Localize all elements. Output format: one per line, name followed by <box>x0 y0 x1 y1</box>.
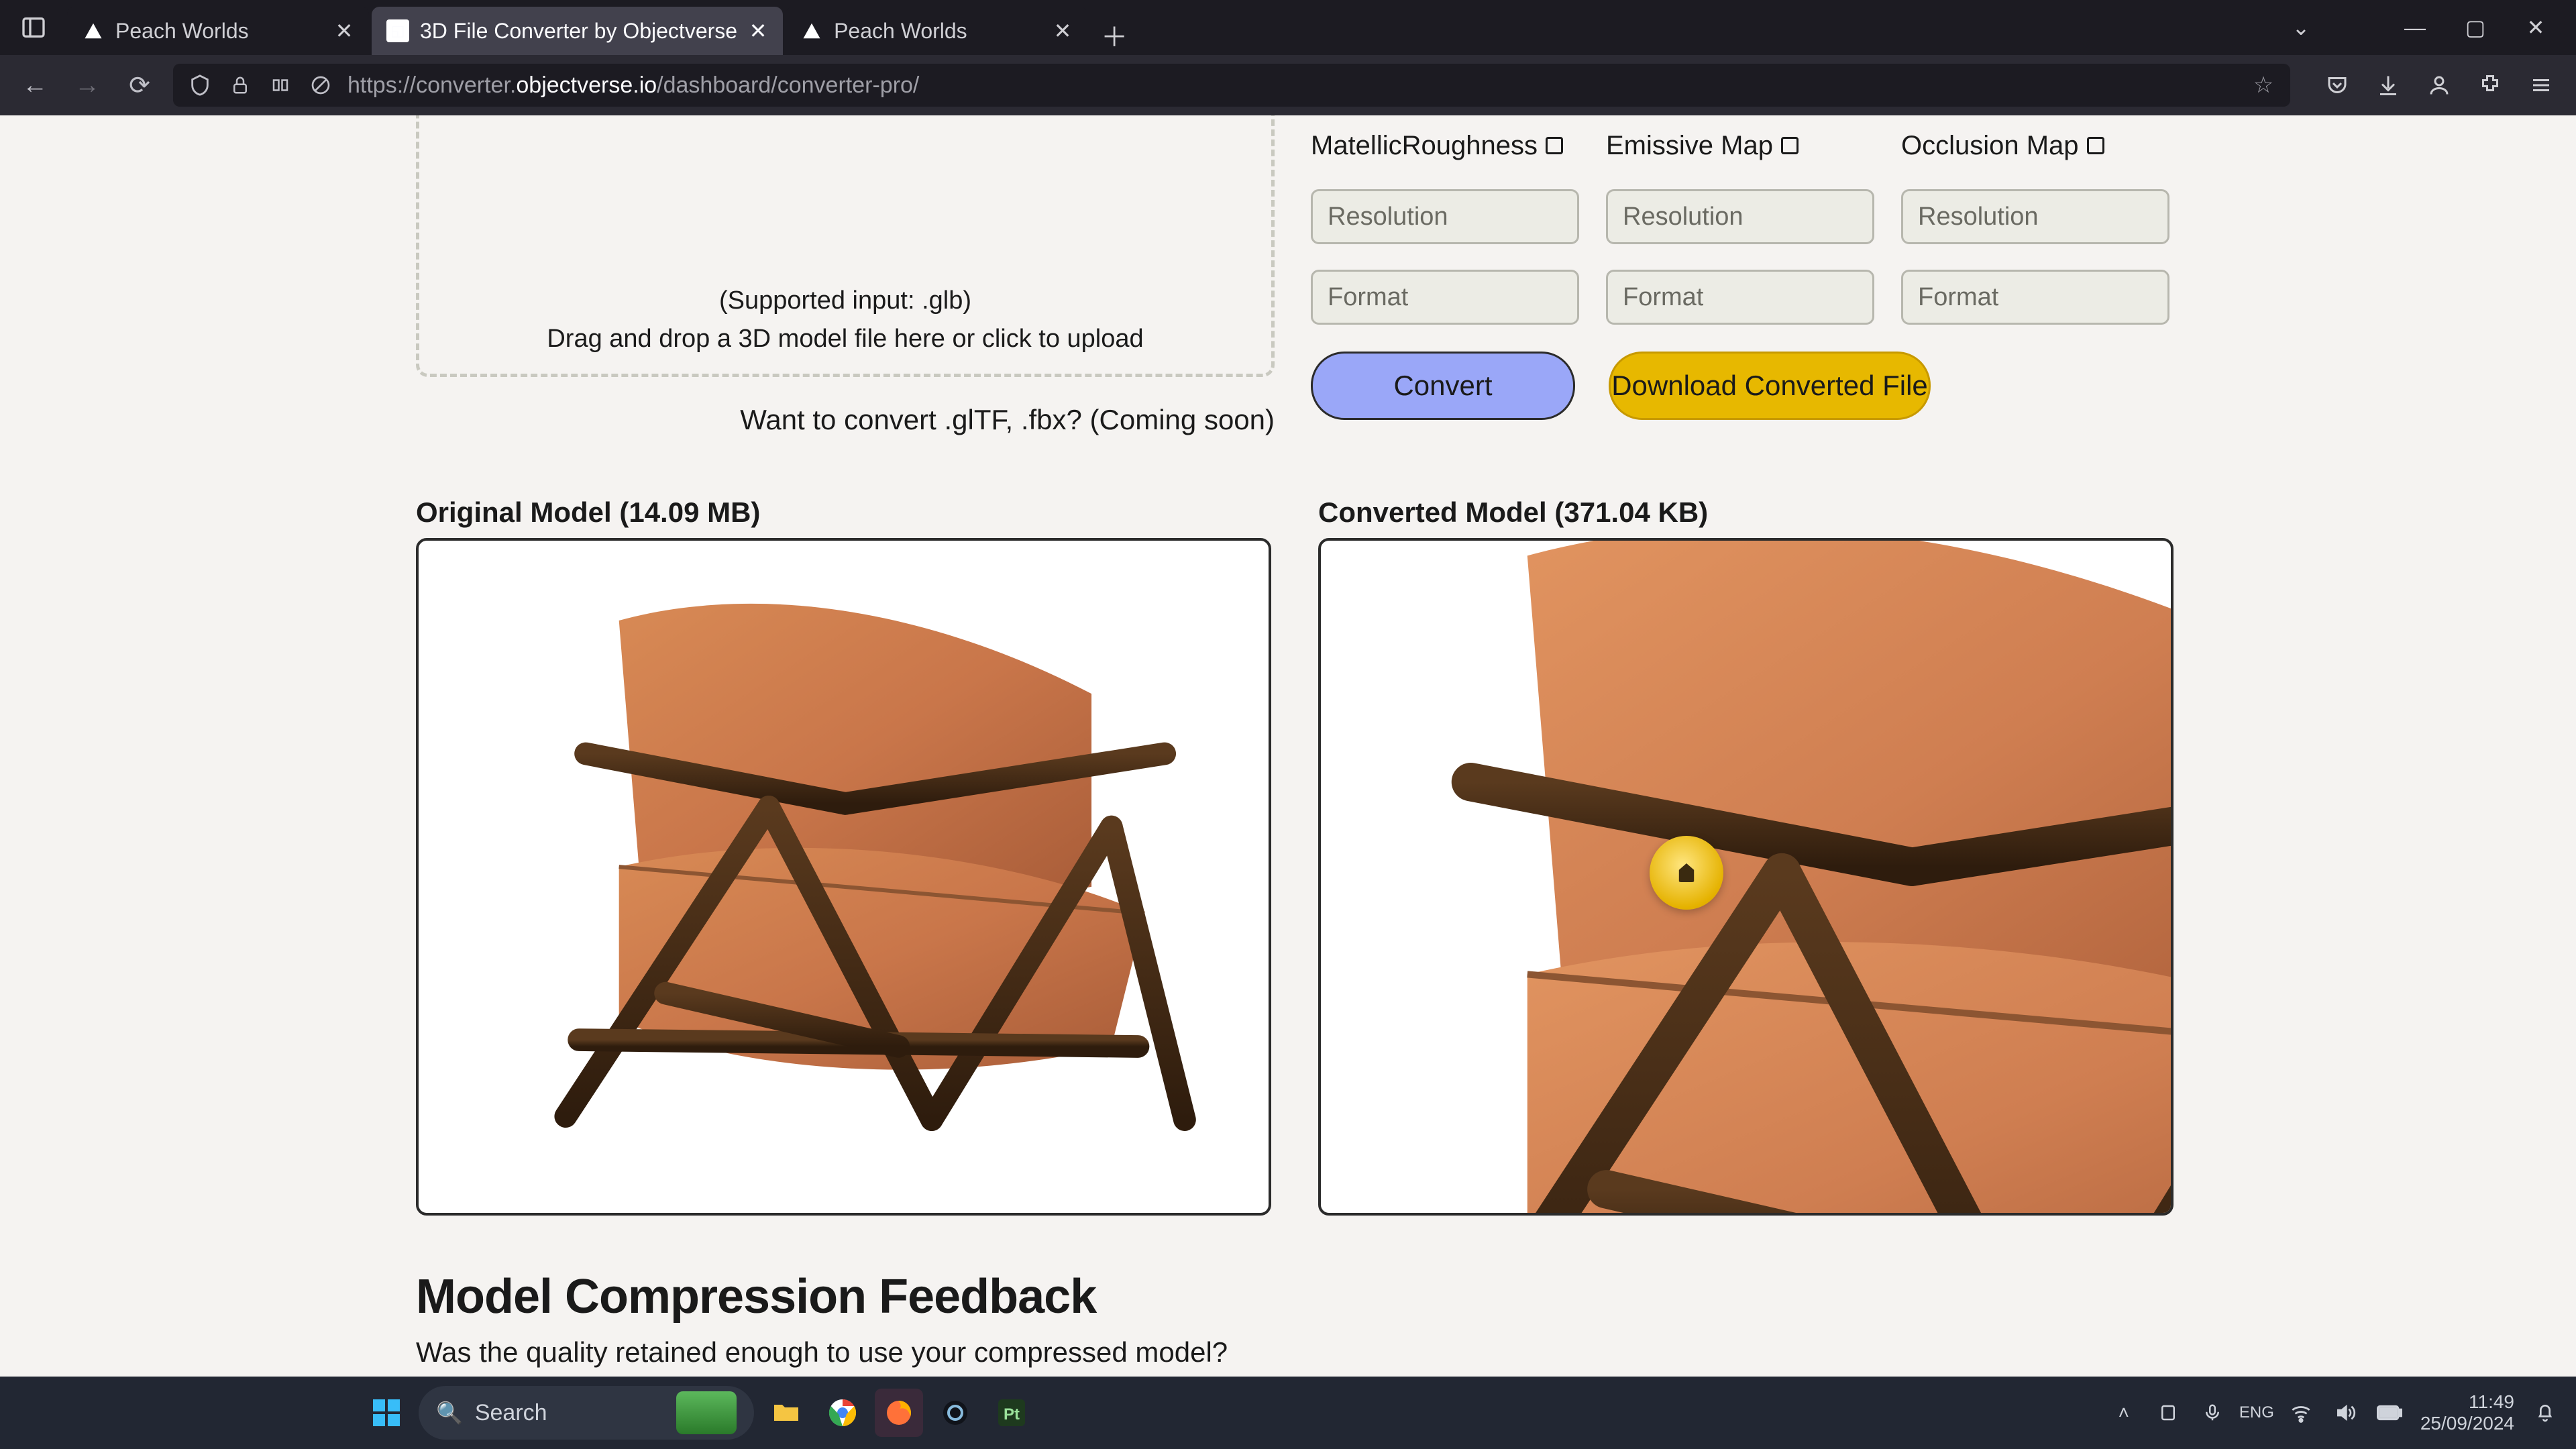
occlusion-format-select[interactable]: Format <box>1901 270 2169 325</box>
tab-peach-worlds-1[interactable]: Peach Worlds ✕ <box>67 7 369 55</box>
tab-title: Peach Worlds <box>115 19 323 44</box>
tray-chevron-up-icon[interactable]: ˄ <box>2110 1399 2137 1426</box>
taskbar-search-placeholder: Search <box>475 1400 547 1426</box>
converted-model-label: Converted Model (371.04 KB) <box>1318 496 2174 529</box>
tab-peach-worlds-2[interactable]: Peach Worlds ✕ <box>786 7 1087 55</box>
window-maximize-button[interactable]: ▢ <box>2455 7 2496 48</box>
metallic-roughness-checkbox[interactable] <box>1546 137 1563 154</box>
tray-mic-icon[interactable] <box>2199 1399 2226 1426</box>
new-tab-button[interactable]: ＋ <box>1094 15 1134 55</box>
permissions-icon <box>267 75 294 95</box>
original-model-viewport[interactable] <box>416 538 1271 1216</box>
firefox-sidebar-button[interactable] <box>0 14 67 41</box>
taskbar-firefox-icon[interactable] <box>875 1389 923 1437</box>
feedback-question: Was the quality retained enough to use y… <box>416 1336 2174 1368</box>
supported-text: (Supported input: .glb) <box>719 286 971 315</box>
metallic-roughness-label: MatellicRoughness <box>1311 127 1579 164</box>
tray-wifi-icon[interactable] <box>2288 1399 2314 1426</box>
url-text: https://converter.objectverse.io/dashboa… <box>347 72 2237 99</box>
occlusion-resolution-select[interactable]: Resolution <box>1901 189 2169 244</box>
taskbar-chrome-icon[interactable] <box>818 1389 867 1437</box>
search-icon: 🔍 <box>436 1400 463 1426</box>
occlusion-map-checkbox[interactable] <box>2087 137 2104 154</box>
bookmark-star-icon[interactable]: ☆ <box>2250 72 2277 99</box>
coming-soon-text: Want to convert .glTF, .fbx? (Coming soo… <box>416 404 1275 436</box>
upload-hint: Drag and drop a 3D model file here or cl… <box>547 325 1143 354</box>
cursor-highlight-icon <box>1650 836 1723 910</box>
favicon-objectverse-icon: ◱ <box>386 19 409 42</box>
nav-reload-button[interactable]: ⟳ <box>121 66 158 104</box>
emissive-map-checkbox[interactable] <box>1781 137 1799 154</box>
nav-back-button[interactable]: ← <box>16 66 54 104</box>
upload-dropzone[interactable]: (Supported input: .glb) Drag and drop a … <box>416 115 1275 377</box>
metallic-format-select[interactable]: Format <box>1311 270 1579 325</box>
taskbar-weather-icon <box>676 1391 737 1434</box>
feedback-title: Model Compression Feedback <box>416 1269 2174 1324</box>
download-button[interactable]: Download Converted File <box>1609 352 1931 420</box>
tray-clock[interactable]: 11:49 25/09/2024 <box>2420 1391 2514 1434</box>
extensions-icon[interactable] <box>2471 66 2509 104</box>
window-minimize-button[interactable]: ― <box>2395 7 2435 48</box>
lock-icon <box>227 75 254 95</box>
nav-forward-button[interactable]: → <box>68 66 106 104</box>
metallic-resolution-select[interactable]: Resolution <box>1311 189 1579 244</box>
emissive-format-select[interactable]: Format <box>1606 270 1874 325</box>
convert-button[interactable]: Convert <box>1311 352 1575 420</box>
tray-notifications-icon[interactable] <box>2532 1399 2559 1426</box>
downloads-icon[interactable] <box>2369 66 2407 104</box>
tab-converter[interactable]: ◱ 3D File Converter by Objectverse ✕ <box>372 7 783 55</box>
taskbar-app-circle-icon[interactable] <box>931 1389 979 1437</box>
emissive-resolution-select[interactable]: Resolution <box>1606 189 1874 244</box>
occlusion-map-label: Occlusion Map <box>1901 127 2169 164</box>
tray-language-icon[interactable]: ENG <box>2243 1399 2270 1426</box>
tab-close-icon[interactable]: ✕ <box>748 21 768 41</box>
tray-volume-icon[interactable] <box>2332 1399 2359 1426</box>
tray-drive-icon[interactable] <box>2155 1399 2182 1426</box>
tray-battery-icon[interactable] <box>2376 1399 2403 1426</box>
windows-start-button[interactable] <box>362 1389 411 1437</box>
taskbar-search[interactable]: 🔍 Search <box>419 1386 754 1440</box>
address-bar[interactable]: https://converter.objectverse.io/dashboa… <box>173 64 2290 107</box>
window-close-button[interactable]: ✕ <box>2516 7 2556 48</box>
tab-title: Peach Worlds <box>834 19 1042 44</box>
tab-title: 3D File Converter by Objectverse <box>420 19 737 44</box>
original-model-label: Original Model (14.09 MB) <box>416 496 1271 529</box>
emissive-map-label: Emissive Map <box>1606 127 1874 164</box>
taskbar-pt-icon[interactable]: Pt <box>987 1389 1036 1437</box>
converted-model-viewport[interactable] <box>1318 538 2174 1216</box>
account-icon[interactable] <box>2420 66 2458 104</box>
tabs-dropdown-icon[interactable]: ⌄ <box>2281 7 2321 48</box>
svg-text:Pt: Pt <box>1004 1405 1020 1424</box>
app-menu-icon[interactable] <box>2522 66 2560 104</box>
favicon-triangle-icon <box>800 19 823 42</box>
pocket-icon[interactable] <box>2318 66 2356 104</box>
shield-icon <box>186 74 213 97</box>
no-tracking-icon <box>307 74 334 96</box>
tab-close-icon[interactable]: ✕ <box>334 21 354 41</box>
tab-close-icon[interactable]: ✕ <box>1053 21 1073 41</box>
favicon-triangle-icon <box>82 19 105 42</box>
taskbar-explorer-icon[interactable] <box>762 1389 810 1437</box>
